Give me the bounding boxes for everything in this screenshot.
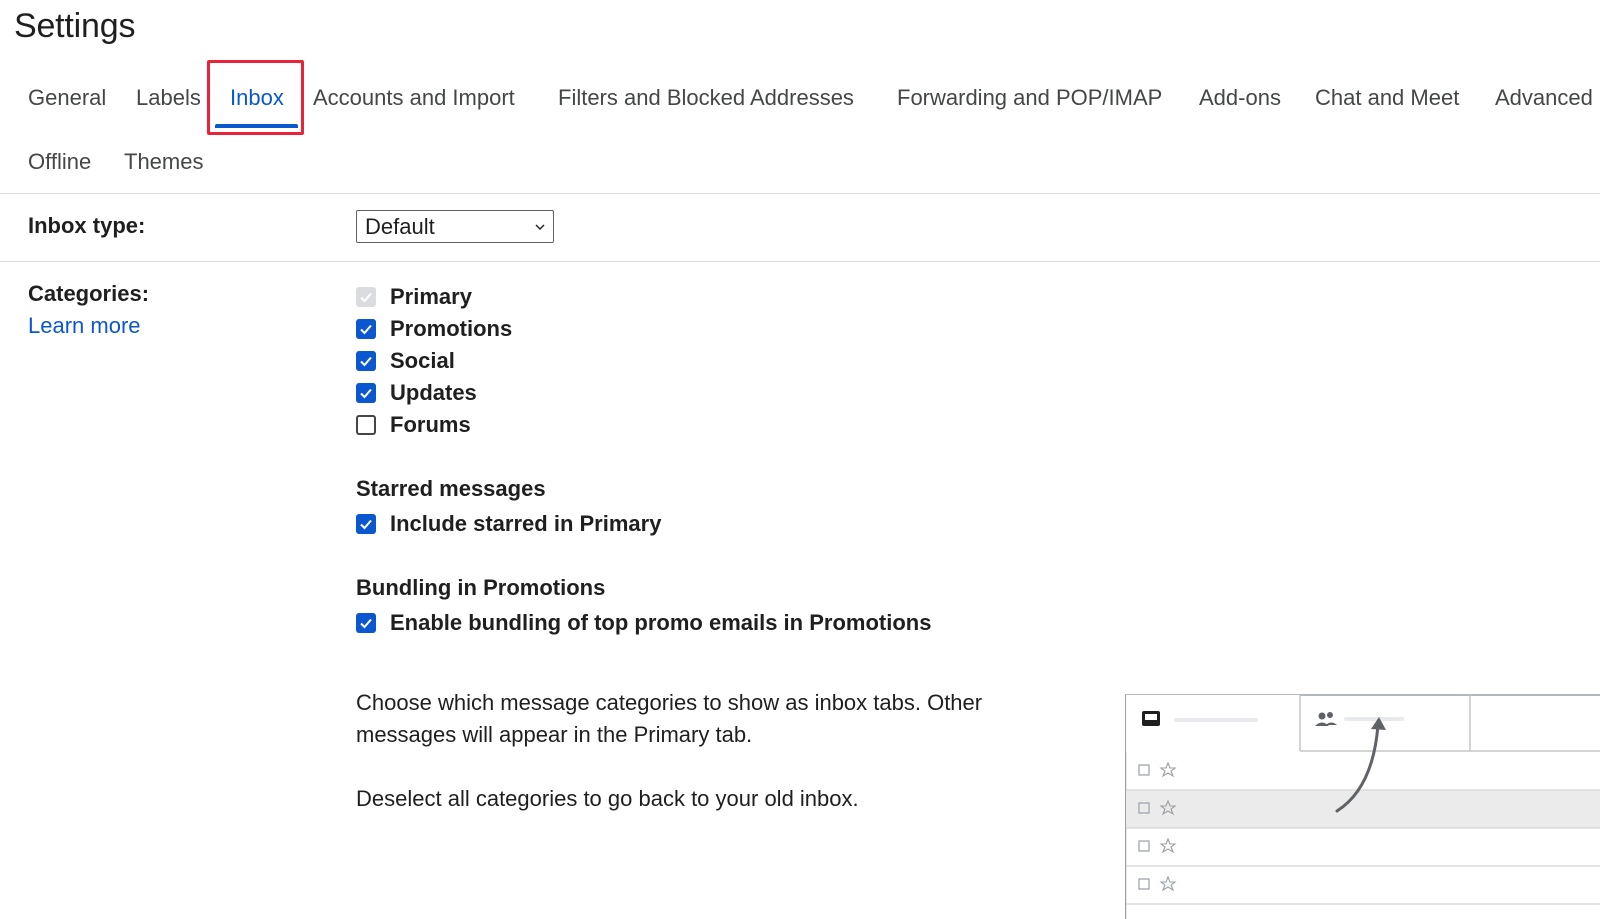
enable-bundling-label: Enable bundling of top promo emails in P… bbox=[390, 610, 932, 635]
forums-checkbox[interactable] bbox=[356, 415, 376, 435]
primary-checkbox bbox=[356, 287, 376, 307]
tab-accounts-and-import[interactable]: Accounts and Import bbox=[313, 84, 515, 112]
updates-checkbox[interactable] bbox=[356, 383, 376, 403]
primary-label: Primary bbox=[390, 284, 472, 309]
inbox-tab-highlight bbox=[207, 60, 304, 135]
category-forums[interactable]: Forums bbox=[356, 412, 471, 438]
deselect-description: Deselect all categories to go back to yo… bbox=[356, 786, 859, 811]
tab-advanced[interactable]: Advanced bbox=[1495, 84, 1593, 112]
include-starred-label: Include starred in Primary bbox=[390, 511, 662, 536]
enable-bundling-checkbox[interactable] bbox=[356, 613, 376, 633]
social-label: Social bbox=[390, 348, 455, 373]
promotions-label: Promotions bbox=[390, 316, 513, 341]
categories-label: Categories: bbox=[28, 281, 150, 306]
page-title: Settings bbox=[14, 7, 136, 45]
include-starred-option[interactable]: Include starred in Primary bbox=[356, 511, 661, 537]
category-updates[interactable]: Updates bbox=[356, 380, 477, 406]
tab-chat-and-meet[interactable]: Chat and Meet bbox=[1315, 84, 1459, 112]
check-icon bbox=[360, 519, 372, 530]
category-social[interactable]: Social bbox=[356, 348, 455, 374]
enable-bundling-option[interactable]: Enable bundling of top promo emails in P… bbox=[356, 610, 931, 636]
category-primary: Primary bbox=[356, 284, 472, 310]
check-icon bbox=[360, 292, 372, 303]
inbox-type-selected-value: Default bbox=[365, 214, 435, 239]
chevron-down-icon bbox=[535, 224, 545, 230]
inbox-type-divider bbox=[0, 261, 1600, 262]
tab-general[interactable]: General bbox=[28, 84, 106, 112]
include-starred-checkbox[interactable] bbox=[356, 514, 376, 534]
inbox-tabs-illustration bbox=[1125, 694, 1600, 919]
check-icon bbox=[360, 388, 372, 399]
inbox-icon bbox=[1142, 711, 1160, 726]
starred-messages-heading: Starred messages bbox=[356, 476, 546, 501]
forums-label: Forums bbox=[390, 412, 471, 437]
promotions-checkbox[interactable] bbox=[356, 319, 376, 339]
category-promotions[interactable]: Promotions bbox=[356, 316, 512, 342]
tab-filters-and-blocked-addresses[interactable]: Filters and Blocked Addresses bbox=[558, 84, 854, 112]
categories-description: Choose which message categories to show … bbox=[356, 690, 983, 747]
tab-forwarding-and-pop-imap[interactable]: Forwarding and POP/IMAP bbox=[897, 84, 1162, 112]
tab-offline[interactable]: Offline bbox=[28, 148, 91, 176]
learn-more-link[interactable]: Learn more bbox=[28, 313, 141, 339]
inbox-type-select[interactable]: Default bbox=[356, 210, 554, 243]
inbox-type-label: Inbox type: bbox=[28, 213, 146, 238]
tab-labels[interactable]: Labels bbox=[136, 84, 201, 112]
check-icon bbox=[360, 324, 372, 335]
social-checkbox[interactable] bbox=[356, 351, 376, 371]
tabs-divider bbox=[0, 193, 1600, 194]
updates-label: Updates bbox=[390, 380, 477, 405]
tab-themes[interactable]: Themes bbox=[124, 148, 203, 176]
check-icon bbox=[360, 356, 372, 367]
bundling-heading: Bundling in Promotions bbox=[356, 575, 606, 600]
check-icon bbox=[360, 618, 372, 629]
tab-add-ons[interactable]: Add-ons bbox=[1199, 84, 1281, 112]
